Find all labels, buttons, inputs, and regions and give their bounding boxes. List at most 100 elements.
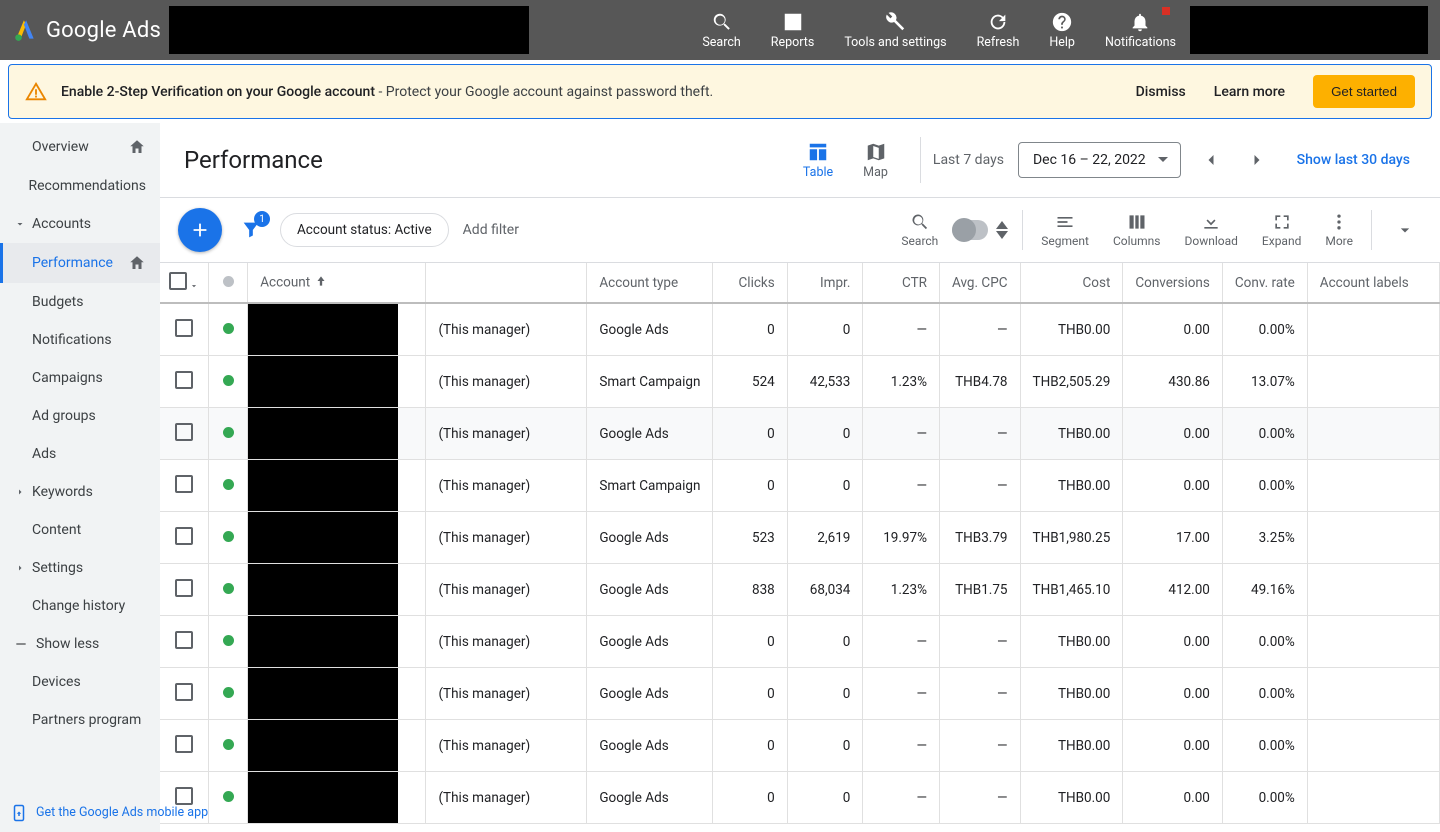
col-clicks[interactable]: Clicks [713, 263, 787, 303]
row-checkbox[interactable] [175, 371, 193, 389]
sidebar-show-less[interactable]: Show less [0, 625, 160, 663]
col-check[interactable] [160, 263, 209, 303]
mobile-app-promo[interactable]: Get the Google Ads mobile app [10, 800, 160, 826]
cell-cost: THB2,505.29 [1020, 356, 1123, 408]
learn-more-button[interactable]: Learn more [1214, 84, 1285, 100]
row-checkbox[interactable] [175, 631, 193, 649]
row-checkbox[interactable] [175, 319, 193, 337]
map-view-button[interactable]: Map [863, 141, 888, 180]
performance-table: Account Account type Clicks Impr. CTR Av… [160, 263, 1440, 824]
sidebar-item-content[interactable]: Content [0, 511, 160, 549]
expand-button[interactable]: Expand [1252, 212, 1311, 248]
sidebar-item-settings[interactable]: Settings [0, 549, 160, 587]
table-row[interactable]: (This manager)Google Ads00——THB0.000.000… [160, 408, 1440, 460]
col-cost[interactable]: Cost [1020, 263, 1123, 303]
cell-cpc: — [940, 408, 1021, 460]
sidebar-item-overview[interactable]: Overview [0, 127, 160, 167]
dismiss-button[interactable]: Dismiss [1136, 84, 1186, 100]
sidebar-item-changehistory[interactable]: Change history [0, 587, 160, 625]
sidebar-item-budgets[interactable]: Budgets [0, 283, 160, 321]
table-row[interactable]: (This manager)Google Ads00——THB0.000.000… [160, 616, 1440, 668]
col-manager[interactable] [426, 263, 587, 303]
cell-type: Google Ads [587, 303, 713, 356]
segment-label: Segment [1041, 234, 1089, 248]
col-labels[interactable]: Account labels [1307, 263, 1439, 303]
sidebar-item-ads[interactable]: Ads [0, 435, 160, 473]
summary-toggle[interactable] [952, 220, 988, 240]
cell-rate: 0.00% [1222, 303, 1307, 356]
row-checkbox[interactable] [175, 423, 193, 441]
sort-toggle[interactable] [996, 220, 1008, 240]
sidebar-item-keywords[interactable]: Keywords [0, 473, 160, 511]
col-convrate[interactable]: Conv. rate [1222, 263, 1307, 303]
table-view-button[interactable]: Table [803, 141, 833, 180]
notifications-tool[interactable]: Notifications [1105, 11, 1176, 50]
search-tool[interactable]: Search [702, 11, 740, 50]
col-account[interactable]: Account [248, 263, 426, 303]
segment-button[interactable]: Segment [1031, 212, 1099, 248]
row-checkbox[interactable] [175, 527, 193, 545]
sidebar-item-performance[interactable]: Performance [0, 243, 160, 283]
cell-clicks: 0 [713, 772, 787, 824]
cell-cpc: — [940, 616, 1021, 668]
show-last-30-button[interactable]: Show last 30 days [1297, 152, 1410, 168]
table-row[interactable]: (This manager)Google Ads00——THB0.000.000… [160, 668, 1440, 720]
sidebar-item-adgroups[interactable]: Ad groups [0, 397, 160, 435]
date-range-select[interactable]: Dec 16 – 22, 2022 [1018, 142, 1181, 178]
select-all-checkbox[interactable] [169, 272, 187, 290]
account-name-redacted [248, 668, 398, 719]
row-checkbox[interactable] [175, 735, 193, 753]
refresh-tool[interactable]: Refresh [977, 11, 1020, 50]
row-checkbox[interactable] [175, 475, 193, 493]
table-row[interactable]: (This manager)Google Ads00——THB0.000.000… [160, 303, 1440, 356]
sidebar-item-notifications[interactable]: Notifications [0, 321, 160, 359]
table-row[interactable]: (This manager)Google Ads83868,0341.23%TH… [160, 564, 1440, 616]
collapse-panel-button[interactable] [1388, 213, 1422, 247]
sidebar-item-campaigns[interactable]: Campaigns [0, 359, 160, 397]
reports-tool[interactable]: Reports [771, 11, 815, 50]
add-button[interactable] [178, 208, 222, 252]
get-started-button[interactable]: Get started [1313, 75, 1415, 108]
chevron-down-icon[interactable] [189, 281, 199, 291]
logo[interactable]: Google Ads [12, 17, 161, 43]
sidebar-item-partners[interactable]: Partners program [0, 701, 160, 739]
table-row[interactable]: (This manager)Google Ads5232,61919.97%TH… [160, 512, 1440, 564]
col-impr[interactable]: Impr. [787, 263, 863, 303]
table-container[interactable]: Account Account type Clicks Impr. CTR Av… [160, 263, 1440, 832]
search-button[interactable]: Search [891, 212, 948, 248]
col-conversions[interactable]: Conversions [1123, 263, 1223, 303]
row-checkbox[interactable] [175, 683, 193, 701]
filter-button[interactable]: 1 [236, 215, 266, 245]
table-row[interactable]: (This manager)Google Ads00——THB0.000.000… [160, 772, 1440, 824]
filter-chip-status[interactable]: Account status: Active [280, 213, 449, 247]
add-filter-button[interactable]: Add filter [463, 222, 519, 238]
sidebar-item-devices[interactable]: Devices [0, 663, 160, 701]
columns-button[interactable]: Columns [1103, 212, 1171, 248]
tools-settings-tool[interactable]: Tools and settings [844, 11, 946, 50]
row-checkbox[interactable] [175, 787, 193, 805]
divider [1022, 210, 1023, 250]
col-avgcpc[interactable]: Avg. CPC [940, 263, 1021, 303]
cell-cpc: — [940, 772, 1021, 824]
sidebar-item-recommendations[interactable]: Recommendations [0, 167, 160, 205]
banner-bold: Enable 2-Step Verification on your Googl… [61, 84, 375, 100]
col-ctr[interactable]: CTR [863, 263, 940, 303]
sidebar-label: Budgets [32, 294, 83, 310]
row-checkbox[interactable] [175, 579, 193, 597]
table-row[interactable]: (This manager)Smart Campaign52442,5331.2… [160, 356, 1440, 408]
sidebar-item-accounts[interactable]: Accounts [0, 205, 160, 243]
next-period-button[interactable] [1241, 144, 1273, 176]
table-row[interactable]: (This manager)Smart Campaign00——THB0.000… [160, 460, 1440, 512]
prev-period-button[interactable] [1195, 144, 1227, 176]
logo-text: Google Ads [46, 18, 161, 43]
more-button[interactable]: More [1315, 212, 1363, 248]
help-tool[interactable]: Help [1049, 11, 1075, 50]
download-button[interactable]: Download [1175, 212, 1248, 248]
cell-type: Google Ads [587, 512, 713, 564]
notifications-label: Notifications [1105, 35, 1176, 50]
sidebar-label: Settings [32, 560, 83, 576]
table-row[interactable]: (This manager)Google Ads00——THB0.000.000… [160, 720, 1440, 772]
col-account-type[interactable]: Account type [587, 263, 713, 303]
col-status[interactable] [209, 263, 248, 303]
map-label: Map [863, 165, 888, 180]
